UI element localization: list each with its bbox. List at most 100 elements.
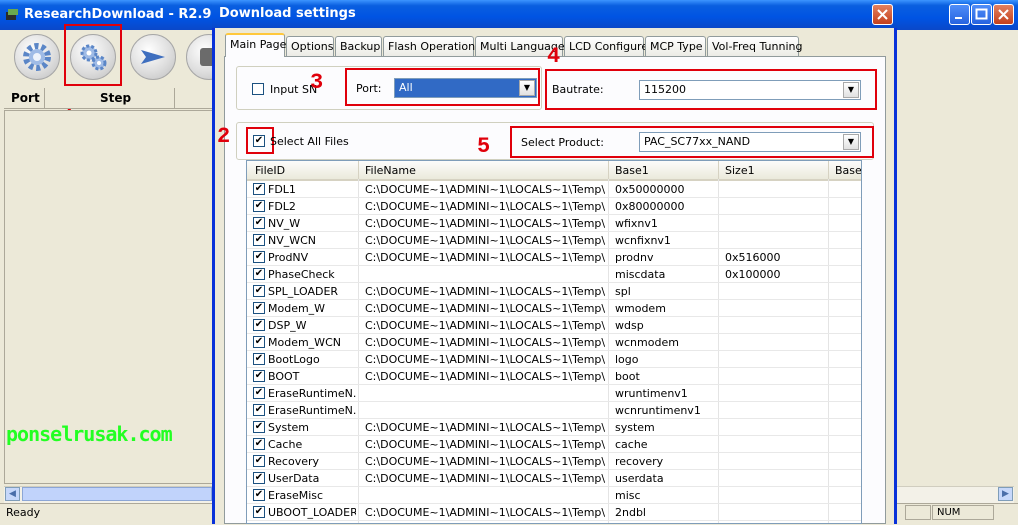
table-row[interactable]: ✔ Modem_WCN C:\DOCUME~1\ADMINI~1\LOCALS~1\… — [247, 334, 861, 351]
num-lock-indicator: NUM — [932, 505, 994, 520]
row-checkbox[interactable]: ✔ — [253, 200, 265, 212]
table-row[interactable]: ✔ UserData C:\DOCUME~1\ADMINI~1\LOCALS~1\T… — [247, 470, 861, 487]
file-base: wruntimenv1 — [615, 387, 688, 400]
tab-lcd-configure[interactable]: LCD Configure — [564, 36, 648, 56]
minimize-icon — [955, 17, 962, 19]
row-checkbox[interactable]: ✔ — [253, 353, 265, 365]
close-icon — [998, 9, 1009, 20]
port-column-header[interactable]: Port — [11, 91, 40, 105]
table-row[interactable]: ✔ BOOT C:\DOCUME~1\ADMINI~1\LOCALS~1\Temp\… — [247, 368, 861, 385]
file-id: ProdNV — [268, 251, 309, 264]
port-select[interactable]: All ▼ — [394, 78, 537, 98]
row-checkbox[interactable]: ✔ — [253, 319, 265, 331]
table-row[interactable]: ✔ UBOOT_LOADER C:\DOCUME~1\ADMINI~1\LOCALS… — [247, 504, 861, 521]
row-checkbox[interactable]: ✔ — [253, 421, 265, 433]
file-base: spl — [615, 285, 631, 298]
file-name: C:\DOCUME~1\ADMINI~1\LOCALS~1\Temp\... — [365, 183, 605, 196]
file-base: boot — [615, 370, 640, 383]
row-checkbox[interactable]: ✔ — [253, 302, 265, 314]
dialog-close-button[interactable] — [872, 4, 893, 25]
chevron-down-icon[interactable]: ▼ — [843, 134, 859, 150]
dialog-title: Download settings — [219, 6, 356, 21]
scroll-right-button[interactable]: ▶ — [998, 487, 1013, 501]
settings-button[interactable] — [14, 34, 60, 80]
table-row[interactable]: ✔ EraseMisc misc — [247, 487, 861, 504]
table-row[interactable]: ✔ ProdNV C:\DOCUME~1\ADMINI~1\LOCALS~1\Tem… — [247, 249, 861, 266]
table-row[interactable]: ✔ DSP_W C:\DOCUME~1\ADMINI~1\LOCALS~1\Temp… — [247, 317, 861, 334]
file-id: EraseRuntimeN... — [268, 404, 356, 417]
row-checkbox[interactable]: ✔ — [253, 217, 265, 229]
file-name: C:\DOCUME~1\ADMINI~1\LOCALS~1\Temp\... — [365, 285, 605, 298]
table-row[interactable]: ✔ SPL_LOADER C:\DOCUME~1\ADMINI~1\LOCALS~1… — [247, 283, 861, 300]
row-checkbox[interactable]: ✔ — [253, 234, 265, 246]
tab-vol-freq-tunning[interactable]: Vol-Freq Tunning — [707, 36, 802, 56]
file-name: C:\DOCUME~1\ADMINI~1\LOCALS~1\Temp\... — [365, 217, 605, 230]
step-column-header[interactable]: Step — [100, 91, 131, 105]
file-name: C:\DOCUME~1\ADMINI~1\LOCALS~1\Temp\... — [365, 200, 605, 213]
table-row[interactable]: ✔ Recovery C:\DOCUME~1\ADMINI~1\LOCALS~1\T… — [247, 453, 861, 470]
chevron-down-icon[interactable]: ▼ — [843, 82, 859, 98]
row-checkbox[interactable]: ✔ — [253, 506, 265, 518]
fileid-column-header[interactable]: FileID — [255, 164, 285, 177]
table-row[interactable]: ✔ Cache C:\DOCUME~1\ADMINI~1\LOCALS~1\Temp… — [247, 436, 861, 453]
scroll-thumb[interactable] — [22, 487, 212, 501]
file-name: C:\DOCUME~1\ADMINI~1\LOCALS~1\Temp\... — [365, 506, 605, 519]
row-checkbox[interactable]: ✔ — [253, 183, 265, 195]
table-row[interactable]: ✔ System C:\DOCUME~1\ADMINI~1\LOCALS~1\Tem… — [247, 419, 861, 436]
maximize-button[interactable] — [971, 4, 992, 25]
input-sn-checkbox[interactable] — [252, 83, 264, 95]
row-checkbox[interactable]: ✔ — [253, 472, 265, 484]
tab-backup[interactable]: Backup — [335, 36, 382, 56]
table-row[interactable]: ✔ FDL1 C:\DOCUME~1\ADMINI~1\LOCALS~1\Temp\… — [247, 181, 861, 198]
main-close-button[interactable] — [993, 4, 1014, 25]
minimize-button[interactable] — [949, 4, 970, 25]
row-checkbox[interactable]: ✔ — [253, 387, 265, 399]
chevron-down-icon[interactable]: ▼ — [519, 80, 535, 96]
row-checkbox[interactable]: ✔ — [253, 370, 265, 382]
base2-column-header[interactable]: Base2 — [835, 164, 861, 177]
table-row[interactable]: ✔ EraseRuntimeN... wcnruntimenv1 — [247, 402, 861, 419]
table-row[interactable]: ✔ BootLogo C:\DOCUME~1\ADMINI~1\LOCALS~1\T… — [247, 351, 861, 368]
table-row[interactable]: ✔ NV_W C:\DOCUME~1\ADMINI~1\LOCALS~1\Temp\… — [247, 215, 861, 232]
file-base: wcnruntimenv1 — [615, 404, 701, 417]
file-name: C:\DOCUME~1\ADMINI~1\LOCALS~1\Temp\... — [365, 234, 605, 247]
baudrate-label: Bautrate: — [552, 83, 604, 96]
file-id: FDL1 — [268, 183, 296, 196]
main-window-title: ResearchDownload - R2.9.900 — [24, 7, 244, 22]
tab-options[interactable]: Options — [286, 36, 334, 56]
file-list[interactable]: FileID FileName Base1 Size1 Base2 ✔FDL1C… — [246, 160, 862, 524]
file-name: C:\DOCUME~1\ADMINI~1\LOCALS~1\Temp\... — [365, 319, 605, 332]
file-name: C:\DOCUME~1\ADMINI~1\LOCALS~1\Temp\... — [365, 421, 605, 434]
row-checkbox[interactable]: ✔ — [253, 404, 265, 416]
row-checkbox[interactable]: ✔ — [253, 489, 265, 501]
row-checkbox[interactable]: ✔ — [253, 438, 265, 450]
row-checkbox[interactable]: ✔ — [253, 285, 265, 297]
product-select[interactable]: PAC_SC77xx_NAND ▼ — [639, 132, 861, 152]
tab-flash-operations[interactable]: Flash Operations — [383, 36, 481, 56]
dialog-title-bar[interactable]: Download settings — [212, 0, 897, 28]
table-row[interactable]: ✔ EraseRuntimeN... wruntimenv1 — [247, 385, 861, 402]
row-checkbox[interactable]: ✔ — [253, 268, 265, 280]
filename-column-header[interactable]: FileName — [365, 164, 416, 177]
tab-main-page[interactable]: Main Page — [225, 33, 286, 57]
base1-column-header[interactable]: Base1 — [615, 164, 649, 177]
start-arrow-icon — [141, 50, 165, 64]
size1-column-header[interactable]: Size1 — [725, 164, 755, 177]
file-base: recovery — [615, 455, 664, 468]
table-row[interactable]: ✔ Modem_W C:\DOCUME~1\ADMINI~1\LOCALS~1\Te… — [247, 300, 861, 317]
select-all-checkbox[interactable]: ✔ — [253, 135, 265, 147]
row-checkbox[interactable]: ✔ — [253, 251, 265, 263]
table-row[interactable]: ✔ FDL2 C:\DOCUME~1\ADMINI~1\LOCALS~1\Temp\… — [247, 198, 861, 215]
scroll-left-button[interactable]: ◀ — [5, 487, 20, 501]
table-row[interactable]: ✔ NV_WCN C:\DOCUME~1\ADMINI~1\LOCALS~1\Tem… — [247, 232, 861, 249]
file-id: BootLogo — [268, 353, 320, 366]
tab-mcp-type[interactable]: MCP Type — [645, 36, 706, 56]
baudrate-select[interactable]: 115200 ▼ — [639, 80, 861, 100]
file-base: prodnv — [615, 251, 654, 264]
row-checkbox[interactable]: ✔ — [253, 455, 265, 467]
table-row[interactable]: ✔ PhaseCheck miscdata 0x100000 — [247, 266, 861, 283]
file-base: 0x80000000 — [615, 200, 685, 213]
start-download-button[interactable] — [130, 34, 176, 80]
app-icon — [6, 9, 18, 20]
row-checkbox[interactable]: ✔ — [253, 336, 265, 348]
